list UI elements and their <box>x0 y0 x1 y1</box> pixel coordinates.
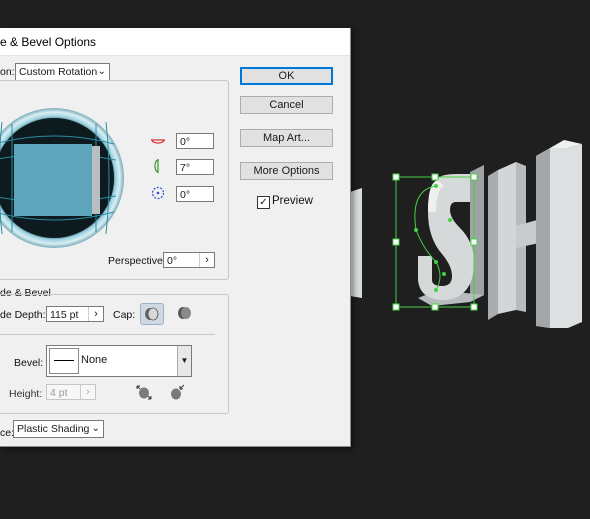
z-rotation-field[interactable]: 0° <box>176 186 214 202</box>
canvas-artwork <box>350 140 582 328</box>
cube-front-face <box>14 144 92 216</box>
y-rotation-field[interactable]: 7° <box>176 159 214 175</box>
letter-s <box>418 174 474 300</box>
bevel-extent-out-icon[interactable] <box>134 382 154 402</box>
chevron-down-icon: ⌄ <box>97 66 106 77</box>
ok-button[interactable]: OK <box>240 67 333 85</box>
surface-select-value: Plastic Shading <box>17 423 90 435</box>
perspective-value: 0° <box>167 255 178 267</box>
z-rotation-value: 0° <box>180 189 191 201</box>
extrude-depth-field[interactable]: 115 pt › <box>46 306 104 322</box>
position-label: on: <box>0 66 15 78</box>
height-field[interactable]: 4 pt › <box>46 384 96 400</box>
bevel-label: Bevel: <box>14 357 44 369</box>
chevron-down-icon: ⌄ <box>91 423 100 434</box>
surface-label: ce: <box>0 427 15 439</box>
perspective-label: Perspective: <box>108 255 166 267</box>
dialog-title: e & Bevel Options <box>0 35 97 49</box>
cap-off-icon <box>178 307 191 319</box>
bevel-extent-in-icon[interactable] <box>167 382 187 402</box>
cap-on-button[interactable] <box>140 303 164 325</box>
3d-extrude-bevel-dialog: e & Bevel Options on: Custom Rotation ⌄ <box>0 28 351 447</box>
position-select[interactable]: Custom Rotation ⌄ <box>15 63 110 81</box>
surface-select[interactable]: Plastic Shading ⌄ <box>13 420 104 438</box>
dialog-titlebar: e & Bevel Options <box>0 28 350 56</box>
chevron-right-icon[interactable]: › <box>199 253 214 267</box>
cap-label: Cap: <box>113 309 136 321</box>
extrude-depth-label: de Depth: <box>0 309 46 321</box>
separator <box>0 334 215 335</box>
x-axis-rotation-icon <box>151 139 165 144</box>
cancel-button[interactable]: Cancel <box>240 96 333 114</box>
x-rotation-value: 0° <box>180 136 191 148</box>
height-value: 4 pt <box>50 387 68 399</box>
bevel-select[interactable]: None ▼ <box>46 345 192 377</box>
preview-label: Preview <box>272 195 313 207</box>
z-axis-rotation-icon <box>151 186 165 200</box>
position-select-value: Custom Rotation <box>19 66 98 78</box>
map-art-button[interactable]: Map Art... <box>240 129 333 147</box>
cube-side-face <box>92 146 100 214</box>
extrude-depth-value: 115 pt <box>50 309 79 321</box>
height-label: Height: <box>9 388 43 400</box>
chevron-right-icon[interactable]: › <box>88 307 103 321</box>
rotation-track-cube[interactable] <box>0 94 138 264</box>
preview-checkbox[interactable]: ✓ <box>257 196 270 209</box>
letter-s-extrusion <box>470 165 484 302</box>
bevel-value: None <box>81 354 108 366</box>
perspective-field[interactable]: 0° › <box>163 252 215 268</box>
x-rotation-field[interactable]: 0° <box>176 133 214 149</box>
cap-off-button[interactable] <box>174 303 196 323</box>
y-rotation-value: 7° <box>180 162 191 174</box>
bevel-preview <box>49 348 79 374</box>
more-options-button[interactable]: More Options <box>240 162 333 180</box>
y-axis-rotation-icon <box>154 159 159 173</box>
chevron-right-icon[interactable]: › <box>80 385 95 399</box>
dropdown-arrow-icon[interactable]: ▼ <box>177 346 191 376</box>
cap-on-icon <box>145 307 159 321</box>
letter-h-left-post <box>488 170 498 320</box>
